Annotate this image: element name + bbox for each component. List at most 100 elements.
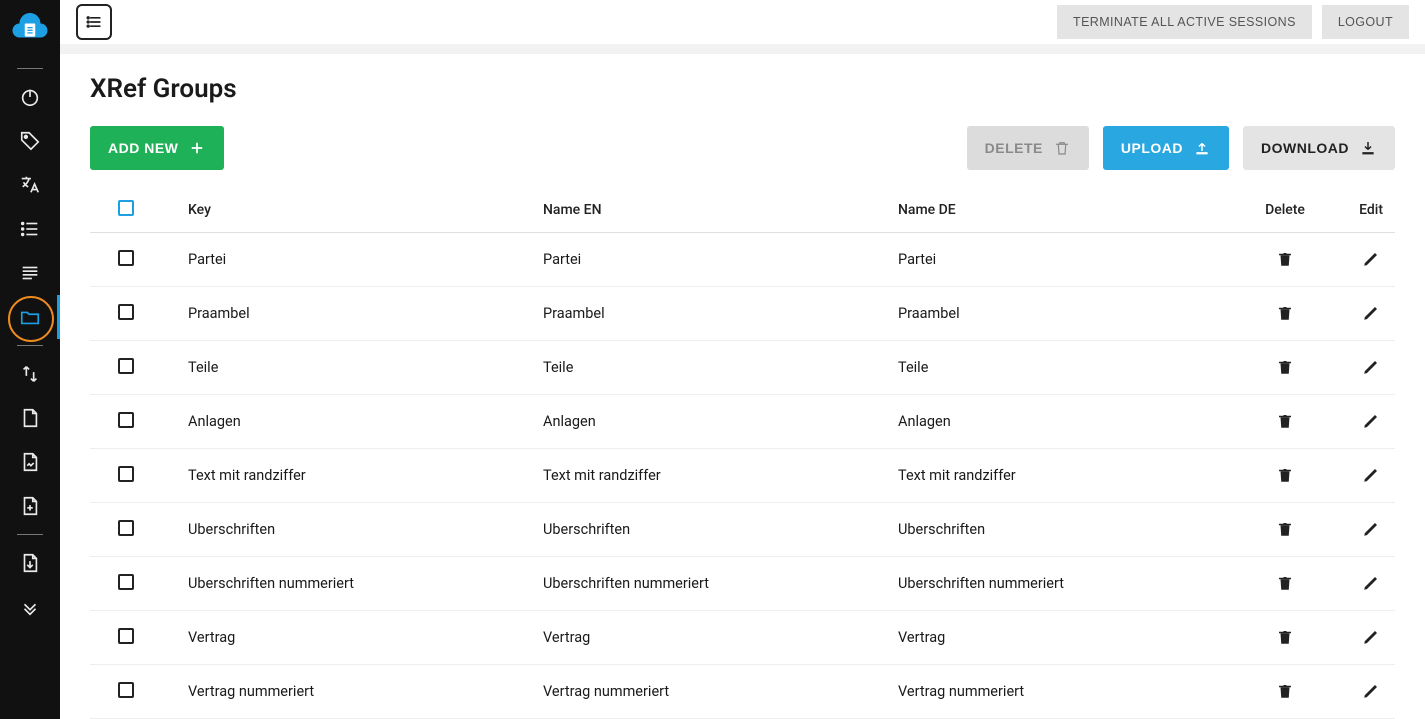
- col-header-name-de[interactable]: Name DE: [890, 188, 1245, 233]
- sidebar-item-expand[interactable]: [0, 585, 60, 629]
- row-delete-button[interactable]: [1273, 625, 1297, 649]
- row-checkbox[interactable]: [118, 682, 134, 698]
- row-checkbox[interactable]: [118, 304, 134, 320]
- row-delete-button[interactable]: [1273, 409, 1297, 433]
- topbar: TERMINATE ALL ACTIVE SESSIONS LOGOUT: [60, 0, 1425, 44]
- sidebar-item-list[interactable]: [0, 207, 60, 251]
- cell-name-de: Partei: [890, 233, 1245, 287]
- row-checkbox[interactable]: [118, 250, 134, 266]
- content-area: XRef Groups ADD NEW DELETE UPLOAD DOWNLO…: [60, 54, 1425, 719]
- row-delete-button[interactable]: [1273, 463, 1297, 487]
- cell-name-de: Uberschriften: [890, 503, 1245, 557]
- table-header-row: Key Name EN Name DE Delete Edit: [90, 188, 1395, 233]
- cell-name-de: Vertrag: [890, 611, 1245, 665]
- add-new-label: ADD NEW: [108, 140, 178, 156]
- sidebar-item-transfer[interactable]: [0, 352, 60, 396]
- data-table: Key Name EN Name DE Delete Edit ParteiPa…: [90, 188, 1395, 719]
- sidebar-item-file[interactable]: [0, 396, 60, 440]
- delete-button: DELETE: [967, 126, 1089, 170]
- cell-name-de: Teile: [890, 341, 1245, 395]
- row-delete-button[interactable]: [1273, 355, 1297, 379]
- row-edit-button[interactable]: [1359, 571, 1383, 595]
- download-button[interactable]: DOWNLOAD: [1243, 126, 1395, 170]
- app-logo: [9, 6, 51, 48]
- row-edit-button[interactable]: [1359, 517, 1383, 541]
- col-header-name-en[interactable]: Name EN: [535, 188, 890, 233]
- row-delete-button[interactable]: [1273, 517, 1297, 541]
- table-row: AnlagenAnlagenAnlagen: [90, 395, 1395, 449]
- cell-name-en: Partei: [535, 233, 890, 287]
- main-area: TERMINATE ALL ACTIVE SESSIONS LOGOUT XRe…: [60, 0, 1425, 719]
- cell-key: Vertrag: [180, 611, 535, 665]
- plus-icon: [188, 139, 206, 157]
- sidebar-item-translate[interactable]: [0, 163, 60, 207]
- row-delete-button[interactable]: [1273, 679, 1297, 703]
- col-header-key[interactable]: Key: [180, 188, 535, 233]
- cell-name-de: Anlagen: [890, 395, 1245, 449]
- upload-icon: [1193, 139, 1211, 157]
- row-checkbox[interactable]: [118, 412, 134, 428]
- row-edit-button[interactable]: [1359, 463, 1383, 487]
- left-sidebar: [0, 0, 60, 719]
- cell-key: Vertrag nummeriert: [180, 665, 535, 719]
- sidebar-item-tag[interactable]: [0, 119, 60, 163]
- row-edit-button[interactable]: [1359, 409, 1383, 433]
- toolbar: ADD NEW DELETE UPLOAD DOWNLOAD: [90, 126, 1395, 170]
- trash-icon: [1053, 139, 1071, 157]
- cell-key: Anlagen: [180, 395, 535, 449]
- upload-label: UPLOAD: [1121, 140, 1183, 156]
- row-delete-button[interactable]: [1273, 571, 1297, 595]
- cell-key: Uberschriften: [180, 503, 535, 557]
- page-title: XRef Groups: [90, 74, 1395, 104]
- menu-toggle-button[interactable]: [76, 4, 112, 40]
- logout-button[interactable]: LOGOUT: [1322, 5, 1409, 39]
- col-header-delete: Delete: [1245, 188, 1325, 233]
- row-edit-button[interactable]: [1359, 625, 1383, 649]
- cell-name-de: Praambel: [890, 287, 1245, 341]
- table-row: PraambelPraambelPraambel: [90, 287, 1395, 341]
- add-new-button[interactable]: ADD NEW: [90, 126, 224, 170]
- cell-name-en: Vertrag nummeriert: [535, 665, 890, 719]
- table-row: VertragVertragVertrag: [90, 611, 1395, 665]
- download-icon: [1359, 139, 1377, 157]
- cell-name-en: Uberschriften: [535, 503, 890, 557]
- sidebar-item-folder[interactable]: [0, 295, 60, 339]
- row-checkbox[interactable]: [118, 628, 134, 644]
- row-delete-button[interactable]: [1273, 247, 1297, 271]
- sidebar-item-power[interactable]: [0, 75, 60, 119]
- row-checkbox[interactable]: [118, 466, 134, 482]
- cell-name-de: Text mit randziffer: [890, 449, 1245, 503]
- sidebar-item-file-pdf[interactable]: [0, 541, 60, 585]
- row-checkbox[interactable]: [118, 358, 134, 374]
- cell-key: Teile: [180, 341, 535, 395]
- sidebar-item-file-image[interactable]: [0, 440, 60, 484]
- cell-name-en: Text mit randziffer: [535, 449, 890, 503]
- table-row: UberschriftenUberschriftenUberschriften: [90, 503, 1395, 557]
- sidebar-item-text-lines[interactable]: [0, 251, 60, 295]
- row-checkbox[interactable]: [118, 574, 134, 590]
- cell-name-en: Anlagen: [535, 395, 890, 449]
- terminate-sessions-button[interactable]: TERMINATE ALL ACTIVE SESSIONS: [1057, 5, 1312, 39]
- col-header-edit: Edit: [1325, 188, 1395, 233]
- table-row: Uberschriften nummeriertUberschriften nu…: [90, 557, 1395, 611]
- cell-name-en: Uberschriften nummeriert: [535, 557, 890, 611]
- table-row: TeileTeileTeile: [90, 341, 1395, 395]
- sidebar-divider: [17, 345, 43, 346]
- cell-key: Partei: [180, 233, 535, 287]
- cell-name-en: Praambel: [535, 287, 890, 341]
- row-checkbox[interactable]: [118, 520, 134, 536]
- cell-key: Uberschriften nummeriert: [180, 557, 535, 611]
- row-edit-button[interactable]: [1359, 247, 1383, 271]
- row-edit-button[interactable]: [1359, 355, 1383, 379]
- download-label: DOWNLOAD: [1261, 140, 1349, 156]
- row-edit-button[interactable]: [1359, 679, 1383, 703]
- select-all-checkbox[interactable]: [118, 200, 134, 216]
- cell-name-de: Vertrag nummeriert: [890, 665, 1245, 719]
- row-edit-button[interactable]: [1359, 301, 1383, 325]
- row-delete-button[interactable]: [1273, 301, 1297, 325]
- upload-button[interactable]: UPLOAD: [1103, 126, 1229, 170]
- sidebar-divider: [17, 534, 43, 535]
- cell-name-en: Vertrag: [535, 611, 890, 665]
- sidebar-item-file-plus[interactable]: [0, 484, 60, 528]
- cell-key: Text mit randziffer: [180, 449, 535, 503]
